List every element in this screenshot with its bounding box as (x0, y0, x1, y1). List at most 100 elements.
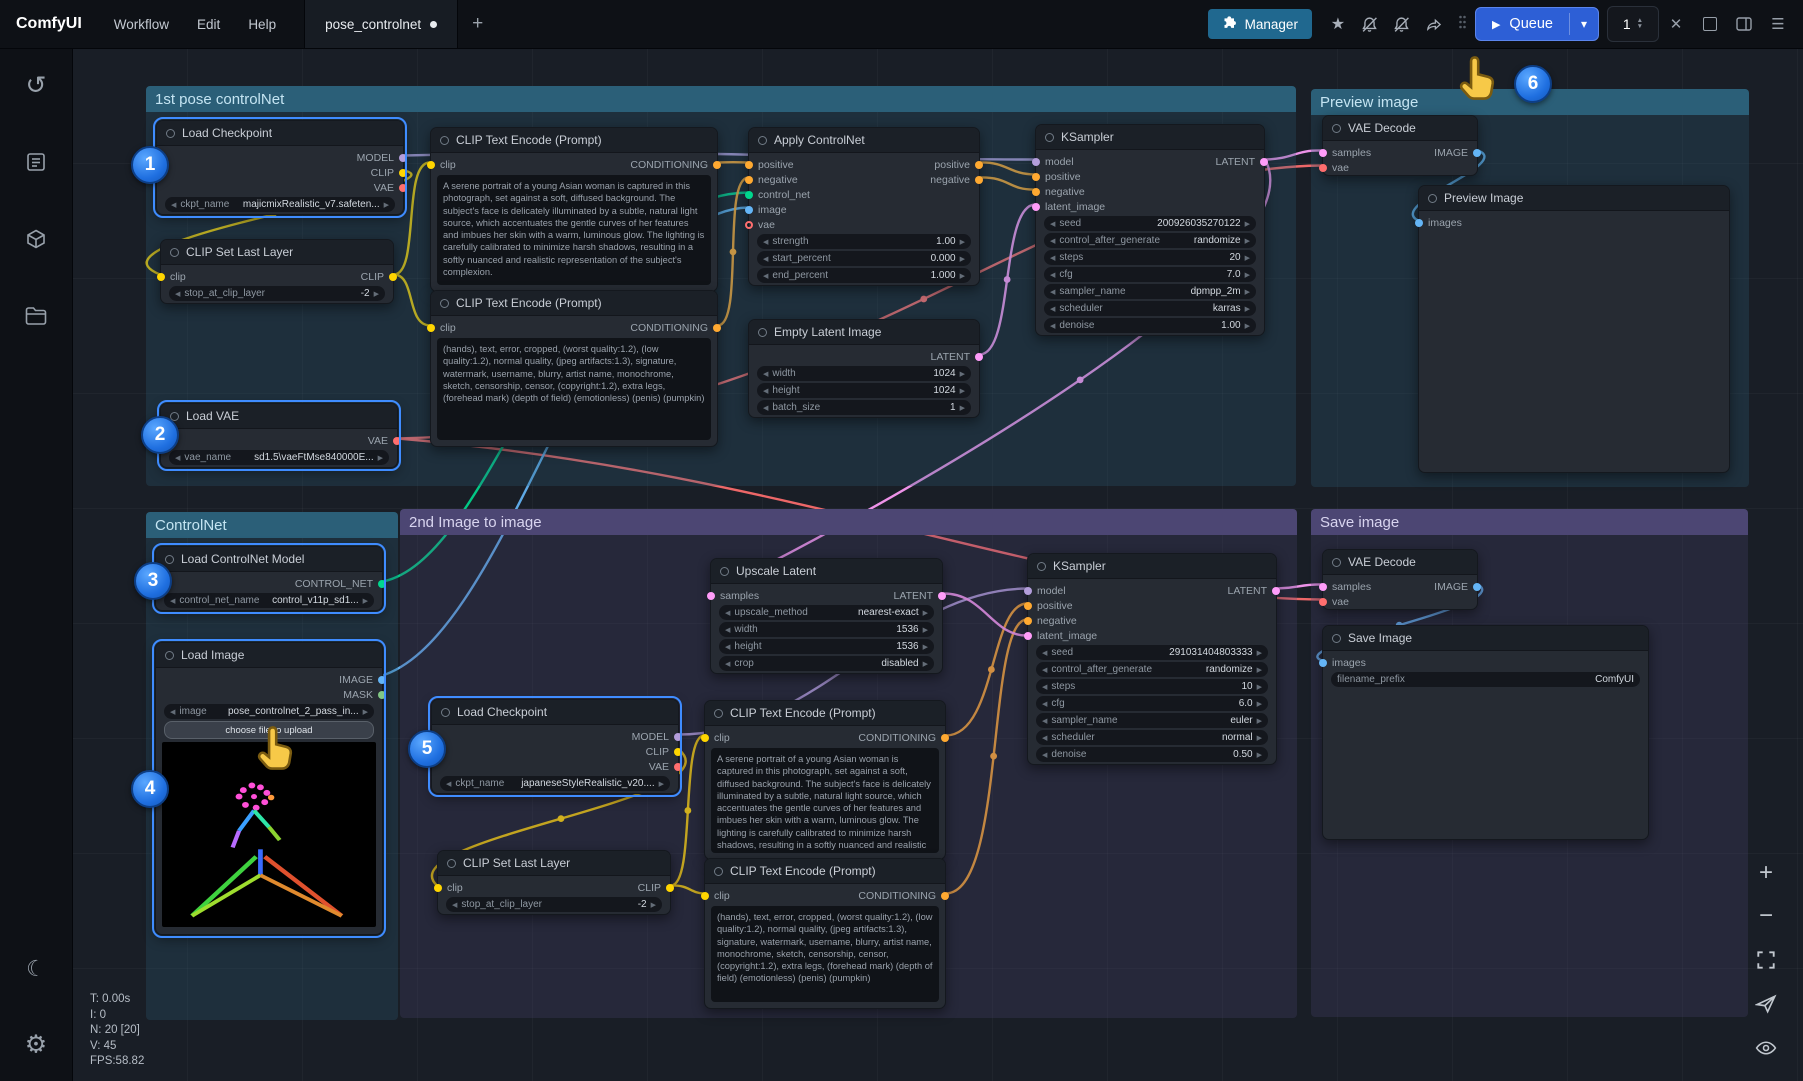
collapse-dot-icon[interactable] (440, 299, 449, 308)
output-slot-vae[interactable]: VAE (649, 761, 678, 773)
widget-left-arrow-icon[interactable]: ◀ (725, 626, 730, 634)
output-slot-conditioning[interactable]: CONDITIONING (630, 159, 717, 171)
output-slot-image[interactable]: IMAGE (339, 674, 382, 686)
collapse-dot-icon[interactable] (1037, 562, 1046, 571)
input-slot-clip[interactable]: clip (705, 890, 730, 902)
widget-right-arrow-icon[interactable]: ▶ (1245, 271, 1250, 279)
widget-right-arrow-icon[interactable]: ▶ (960, 404, 965, 412)
slot-dot-mask[interactable] (378, 691, 386, 699)
node-vae-decode-2[interactable]: VAE DecodesamplesIMAGEvae (1322, 549, 1478, 610)
widget-left-arrow-icon[interactable]: ◀ (175, 290, 180, 298)
widget-batch-size[interactable]: ◀batch_size1▶ (757, 400, 971, 415)
step-down-icon[interactable]: ▼ (1637, 24, 1643, 30)
node-ksampler-2[interactable]: KSamplermodelLATENTpositivenegativelaten… (1027, 553, 1277, 765)
slot-dot-conditioning[interactable] (1032, 188, 1040, 196)
output-slot-latent[interactable]: LATENT (1228, 585, 1276, 597)
slot-dot-conditioning[interactable] (1024, 617, 1032, 625)
slot-dot-vae[interactable] (745, 221, 753, 229)
widget-seed[interactable]: ◀seed291031404803333▶ (1036, 645, 1268, 660)
output-slot-clip[interactable]: CLIP (646, 746, 678, 758)
widget-scheduler[interactable]: ◀schedulernormal▶ (1036, 730, 1268, 745)
slot-dot-vae[interactable] (1319, 598, 1327, 606)
widget-width[interactable]: ◀width1024▶ (757, 366, 971, 381)
widget-left-arrow-icon[interactable]: ◀ (763, 370, 768, 378)
prompt-textarea[interactable]: A serene portrait of a young Asian woman… (711, 748, 939, 853)
widget-left-arrow-icon[interactable]: ◀ (1042, 717, 1047, 725)
slot-dot-conditioning[interactable] (975, 161, 983, 169)
widget-left-arrow-icon[interactable]: ◀ (725, 660, 730, 668)
input-slot-samples[interactable]: samples (711, 590, 759, 602)
widget-right-arrow-icon[interactable]: ▶ (923, 626, 928, 634)
slot-dot-clip[interactable] (427, 324, 435, 332)
input-slot-clip[interactable]: clip (438, 882, 463, 894)
widget-right-arrow-icon[interactable]: ▶ (923, 643, 928, 651)
node-titlebar[interactable]: KSampler (1028, 554, 1276, 579)
slot-dot-model[interactable] (1032, 158, 1040, 166)
chevron-down-icon[interactable]: ▾ (1570, 17, 1598, 31)
slot-dot-conditioning[interactable] (941, 892, 949, 900)
menu-help[interactable]: Help (234, 17, 290, 32)
node-titlebar[interactable]: Load VAE (161, 404, 397, 429)
node-clip-text-encode-pos-2[interactable]: CLIP Text Encode (Prompt)clipCONDITIONIN… (704, 700, 946, 860)
node-clip-set-last-layer-2[interactable]: CLIP Set Last LayerclipCLIP◀stop_at_clip… (437, 850, 671, 915)
slot-dot-clip[interactable] (389, 273, 397, 281)
node-load-checkpoint-2[interactable]: Load CheckpointMODELCLIPVAE◀ckpt_namejap… (431, 699, 679, 794)
slot-dot-vae[interactable] (674, 763, 682, 771)
input-slot-model[interactable]: model (1028, 585, 1066, 597)
widget-right-arrow-icon[interactable]: ▶ (363, 597, 368, 605)
widget-denoise[interactable]: ◀denoise0.50▶ (1036, 747, 1268, 762)
widget-right-arrow-icon[interactable]: ▶ (1257, 649, 1262, 657)
widget-right-arrow-icon[interactable]: ▶ (651, 901, 656, 909)
menu-edit[interactable]: Edit (183, 17, 234, 32)
notifications-muted-icon[interactable] (1354, 9, 1386, 39)
node-preview-image[interactable]: Preview Imageimages (1418, 185, 1730, 473)
widget-right-arrow-icon[interactable]: ▶ (1257, 666, 1262, 674)
collapse-dot-icon[interactable] (1332, 558, 1341, 567)
input-slot-positive[interactable]: positive (1036, 171, 1081, 183)
slot-dot-clip[interactable] (157, 273, 165, 281)
widget-upscale-method[interactable]: ◀upscale_methodnearest-exact▶ (719, 605, 934, 620)
output-slot-clip[interactable]: CLIP (371, 167, 403, 179)
widget-cfg[interactable]: ◀cfg6.0▶ (1036, 696, 1268, 711)
widget-left-arrow-icon[interactable]: ◀ (1042, 734, 1047, 742)
slot-dot-latent[interactable] (1260, 158, 1268, 166)
node-titlebar[interactable]: VAE Decode (1323, 116, 1477, 141)
widget-ckpt-name[interactable]: ◀ckpt_namejapaneseStyleRealistic_v20....… (440, 776, 670, 791)
node-apply-controlnet[interactable]: Apply ControlNetpositivepositivenegative… (748, 127, 980, 286)
widget-right-arrow-icon[interactable]: ▶ (1245, 220, 1250, 228)
node-titlebar[interactable]: CLIP Text Encode (Prompt) (431, 128, 717, 153)
slot-dot-control_net[interactable] (745, 191, 753, 199)
widget-right-arrow-icon[interactable]: ▶ (960, 387, 965, 395)
output-slot-clip[interactable]: CLIP (361, 271, 393, 283)
widget-left-arrow-icon[interactable]: ◀ (1050, 288, 1055, 296)
widget-left-arrow-icon[interactable]: ◀ (763, 255, 768, 263)
collapse-dot-icon[interactable] (714, 867, 723, 876)
widget-left-arrow-icon[interactable]: ◀ (1050, 322, 1055, 330)
input-slot-model[interactable]: model (1036, 156, 1074, 168)
output-slot-conditioning[interactable]: CONDITIONING (858, 732, 945, 744)
widget-control-after-generate[interactable]: ◀control_after_generaterandomize▶ (1036, 662, 1268, 677)
widget-left-arrow-icon[interactable]: ◀ (175, 454, 180, 462)
widget-cfg[interactable]: ◀cfg7.0▶ (1044, 267, 1256, 282)
output-slot-vae[interactable]: VAE (368, 435, 397, 447)
input-slot-negative[interactable]: negative (1028, 615, 1077, 627)
slot-dot-model[interactable] (674, 733, 682, 741)
node-titlebar[interactable]: Load ControlNet Model (156, 547, 382, 572)
widget-sampler-name[interactable]: ◀sampler_nameeuler▶ (1036, 713, 1268, 728)
widget-steps[interactable]: ◀steps10▶ (1036, 679, 1268, 694)
widget-left-arrow-icon[interactable]: ◀ (763, 238, 768, 246)
output-slot-latent[interactable]: LATENT (894, 590, 942, 602)
history-icon[interactable]: ↺ (26, 74, 47, 99)
slot-dot-image[interactable] (1415, 219, 1423, 227)
input-slot-image[interactable]: image (749, 204, 787, 216)
collapse-dot-icon[interactable] (440, 136, 449, 145)
widget-right-arrow-icon[interactable]: ▶ (1245, 288, 1250, 296)
slot-dot-latent[interactable] (707, 592, 715, 600)
collapse-dot-icon[interactable] (758, 328, 767, 337)
hamburger-menu-icon[interactable]: ☰ (1761, 9, 1795, 39)
widget-right-arrow-icon[interactable]: ▶ (960, 370, 965, 378)
slot-dot-conditioning[interactable] (713, 324, 721, 332)
slot-dot-image[interactable] (378, 676, 386, 684)
widget-left-arrow-icon[interactable]: ◀ (1042, 700, 1047, 708)
widget-right-arrow-icon[interactable]: ▶ (378, 454, 383, 462)
